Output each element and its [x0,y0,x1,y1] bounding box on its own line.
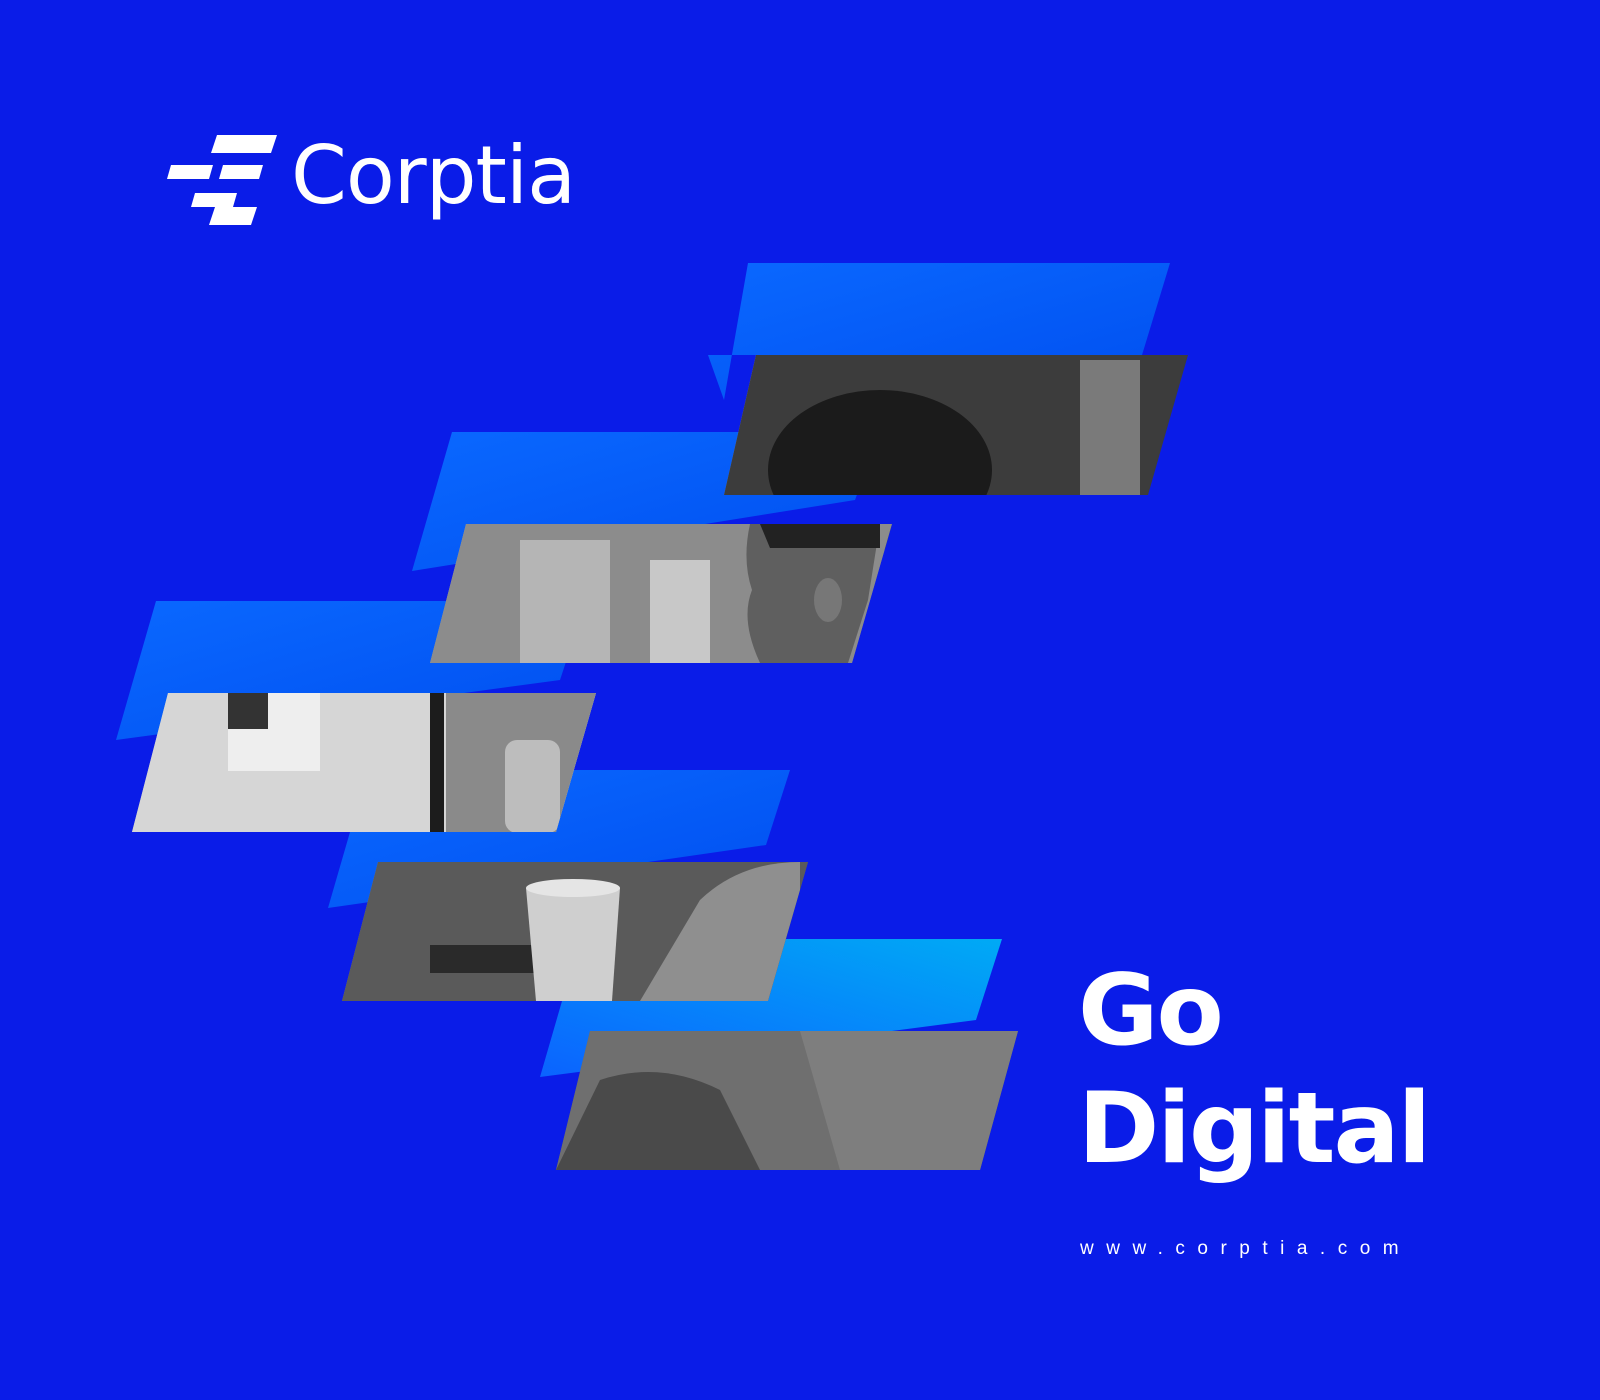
headline-line-2: Digital [1078,1072,1431,1186]
website-url: www.corptia.com [1080,1238,1412,1259]
headline-line-1: Go [1078,954,1224,1068]
brand-name: Corptia [291,129,576,222]
stacked-stripes-logo-icon [167,135,277,225]
headline: Go Digital [1078,952,1431,1188]
brand-logo: Corptia [165,129,576,226]
